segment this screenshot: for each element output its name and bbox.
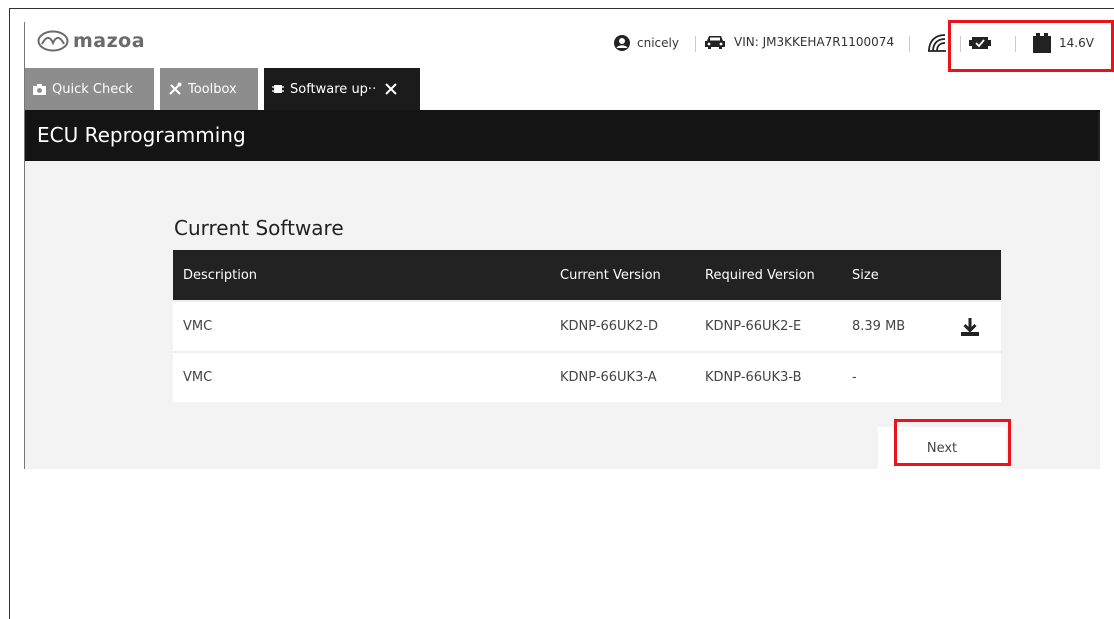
- top-status-bar: mazoa cnicely VIN: JM3KKEHA7R1100074 14.…: [25, 22, 1100, 66]
- vehicle-status: VIN: JM3KKEHA7R1100074: [704, 34, 894, 50]
- camera-icon: [33, 84, 46, 95]
- cell-current-version: KDNP-66UK2-D: [560, 319, 659, 334]
- close-icon[interactable]: [384, 82, 398, 96]
- download-icon: [961, 317, 979, 336]
- column-header-required-version: Required Version: [705, 267, 815, 283]
- cell-size: -: [852, 370, 857, 385]
- highlight-box-status-icons: [948, 20, 1114, 72]
- car-icon: [705, 36, 725, 49]
- chip-icon: [272, 85, 284, 93]
- username: cnicely: [637, 36, 679, 50]
- column-header-current-version: Current Version: [560, 267, 661, 283]
- table-row: VMC KDNP-66UK3-A KDNP-66UK3-B -: [173, 351, 1001, 402]
- frame-top-border: [9, 8, 1114, 9]
- cell-required-version: KDNP-66UK2-E: [705, 319, 802, 334]
- vin-text: VIN: JM3KKEHA7R1100074: [734, 35, 895, 49]
- tab-label: Quick Check: [52, 81, 133, 97]
- frame-left-border: [9, 8, 10, 619]
- cell-size: 8.39 MB: [852, 319, 906, 334]
- tab-software-update[interactable]: Software up··: [264, 68, 420, 110]
- download-button[interactable]: [960, 302, 980, 351]
- column-header-size: Size: [852, 267, 879, 283]
- user-icon: [614, 35, 630, 51]
- header-right-edge: [1098, 112, 1100, 160]
- tab-bar: Quick Check Toolbox Software up··: [25, 66, 1100, 110]
- cell-required-version: KDNP-66UK3-B: [705, 370, 802, 385]
- tab-label: Software up··: [290, 81, 377, 97]
- mazda-emblem-icon: [37, 30, 69, 52]
- cell-current-version: KDNP-66UK3-A: [560, 370, 657, 385]
- cell-description: VMC: [183, 319, 213, 334]
- software-table: Description Current Version Required Ver…: [173, 250, 1001, 402]
- divider: [909, 36, 910, 52]
- table-row: VMC KDNP-66UK2-D KDNP-66UK2-E 8.39 MB: [173, 300, 1001, 351]
- section-title: Current Software: [174, 216, 344, 240]
- column-header-description: Description: [183, 267, 258, 283]
- page-title: ECU Reprogramming: [25, 110, 1100, 161]
- app-window: mazoa cnicely VIN: JM3KKEHA7R1100074 14.…: [25, 22, 1100, 469]
- mazda-logo: mazoa: [37, 30, 145, 52]
- table-header: Description Current Version Required Ver…: [173, 250, 1001, 300]
- tab-label: Toolbox: [188, 81, 237, 97]
- signal-status[interactable]: [925, 31, 949, 55]
- user-status[interactable]: cnicely: [613, 34, 679, 52]
- cell-description: VMC: [183, 370, 213, 385]
- logo-wordmark: mazoa: [73, 30, 146, 52]
- tab-quick-check[interactable]: Quick Check: [25, 68, 154, 110]
- tools-icon: [169, 82, 182, 95]
- divider: [695, 36, 696, 52]
- signal-icon: [928, 34, 946, 52]
- highlight-box-next-button: [894, 419, 1011, 466]
- tab-toolbox[interactable]: Toolbox: [160, 68, 258, 110]
